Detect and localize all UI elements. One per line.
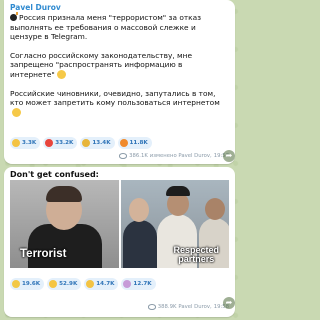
share-button[interactable]: ➦ [223, 150, 235, 162]
message-text[interactable]: Россия признала меня "террористом" за от… [10, 12, 229, 117]
photo-durov[interactable]: Terrorist [10, 180, 119, 268]
clown-emoji-icon [12, 280, 20, 288]
message-headline[interactable]: Don't get confused: [10, 170, 229, 180]
unicorn-icon [123, 280, 132, 288]
views-count: 388.9K [157, 304, 177, 310]
author-signature: Pavel Durov, [178, 304, 212, 310]
person-silhouette [28, 224, 102, 268]
caption-respected-partners: Respected partners [173, 246, 219, 264]
share-button-2[interactable]: ➦ [223, 297, 235, 309]
laugh-emoji-icon [49, 280, 58, 288]
reaction-unicorn[interactable]: 12.7K [121, 278, 156, 290]
heart-icon [45, 139, 54, 147]
views-eye-icon [147, 304, 156, 310]
message-bubble-1[interactable]: Pavel Durov Россия признала меня "террор… [4, 0, 235, 164]
person-silhouette-1 [122, 220, 157, 268]
caption-line-2: partners [178, 254, 215, 264]
caption-terrorist: Terrorist [20, 248, 67, 260]
paragraph-3: Российские чиновники, очевидно, запутали… [10, 88, 220, 108]
photo-partners[interactable]: Respected partners [120, 180, 229, 268]
sender-name[interactable]: Pavel Durov [10, 3, 229, 13]
reaction-fire[interactable]: 11.8K [117, 137, 152, 149]
reaction-trophy[interactable]: 13.4K [80, 137, 115, 149]
reactions-bar: 3.3K 33.2K 13.4K 11.8K [10, 137, 152, 149]
bomb-emoji-icon [10, 12, 18, 21]
photo-collage[interactable]: Terrorist Respected partners [10, 180, 229, 268]
reaction-laugh[interactable]: 52.9K [47, 278, 82, 290]
thumbs-up-icon [12, 139, 20, 147]
views-count: 386.1K [129, 153, 148, 159]
views-eye-icon [119, 153, 128, 159]
trophy-icon [82, 139, 91, 147]
reactions-bar: 19.6K 52.9K 14.7K 12.7K [10, 278, 210, 290]
message-bubble-2[interactable]: Don't get confused: Terrorist Respected … [4, 167, 235, 317]
reaction-thumbs-up[interactable]: 3.3K [10, 137, 41, 149]
fire-icon [119, 139, 128, 147]
paragraph-2: Согласно российскому законодательству, м… [10, 50, 192, 79]
person-head-3 [204, 198, 225, 220]
author-signature: изменено Pavel Durov, [149, 153, 212, 159]
paragraph-1: Россия признала меня "террористом" за от… [10, 13, 202, 42]
thinking-emoji-icon [56, 69, 66, 79]
hair [46, 186, 82, 202]
reaction-clown[interactable]: 19.6K [10, 278, 45, 290]
message-meta: 388.9K Pavel Durov, 19:58 [147, 304, 229, 310]
thumbs-up-icon [86, 280, 95, 288]
person-head-1 [128, 198, 149, 222]
message-meta: 386.1K изменено Pavel Durov, 19:57 [119, 153, 229, 159]
reaction-heart[interactable]: 33.2K [43, 137, 78, 149]
turban [165, 186, 190, 196]
smirk-emoji-icon [12, 107, 21, 117]
reaction-thumbs-up[interactable]: 14.7K [84, 278, 119, 290]
